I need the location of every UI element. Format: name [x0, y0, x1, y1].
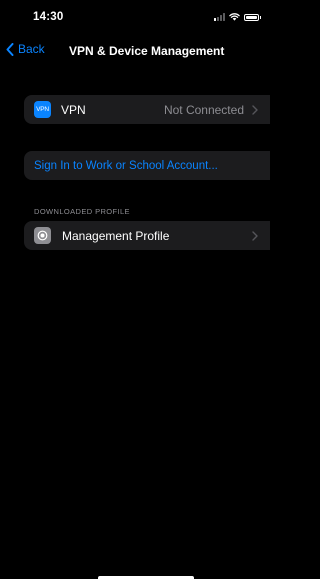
profile-group: Management Profile — [24, 221, 270, 250]
page-title: VPN & Device Management — [69, 44, 225, 58]
vpn-status-value: Not Connected — [163, 102, 244, 117]
vpn-group: VPN VPN Not Connected — [24, 95, 270, 124]
status-time: 14:30 — [33, 11, 64, 23]
status-icons — [214, 13, 261, 21]
battery-icon — [244, 13, 259, 21]
status-bar: 14:30 — [0, 0, 270, 36]
back-label: Back — [18, 42, 45, 56]
chevron-right-icon — [252, 230, 258, 241]
screen: 14:30 Back VPN & Device Management VPN V… — [0, 0, 270, 579]
management-profile-row[interactable]: Management Profile — [24, 221, 270, 250]
management-profile-label: Management Profile — [62, 228, 170, 243]
chevron-left-icon — [6, 42, 14, 56]
settings-gear-icon — [34, 227, 51, 244]
battery-cap — [260, 15, 261, 19]
vpn-label: VPN — [61, 102, 86, 117]
navigation-bar: Back VPN & Device Management — [0, 36, 270, 68]
vpn-icon: VPN — [34, 101, 51, 118]
chevron-right-icon — [252, 104, 258, 115]
vpn-badge-text: VPN — [36, 106, 49, 113]
sign-in-link[interactable]: Sign In to Work or School Account... — [34, 160, 218, 172]
section-header-downloaded-profile: DOWNLOADED PROFILE — [34, 207, 130, 216]
wifi-icon — [229, 13, 240, 21]
back-button[interactable]: Back — [6, 42, 45, 56]
sign-in-row[interactable]: Sign In to Work or School Account... — [24, 151, 270, 180]
cellular-signal-icon — [214, 13, 225, 21]
sign-in-group: Sign In to Work or School Account... — [24, 151, 270, 180]
vpn-row[interactable]: VPN VPN Not Connected — [24, 95, 270, 124]
